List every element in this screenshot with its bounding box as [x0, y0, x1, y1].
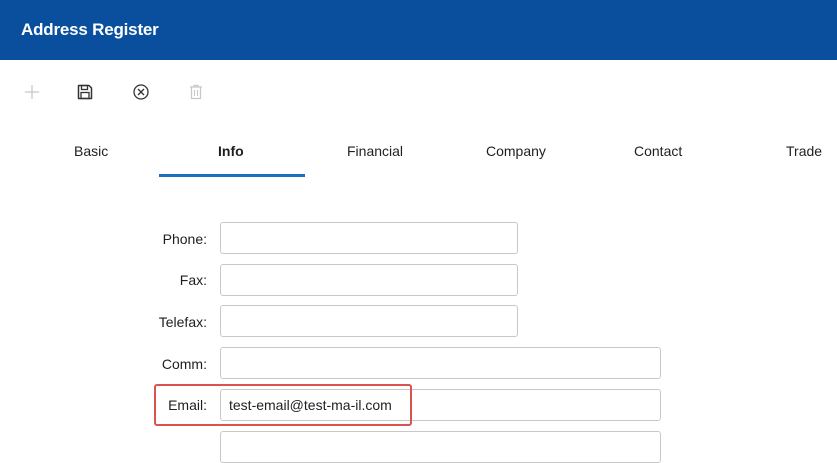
telefax-label: Telefax: — [158, 314, 207, 330]
cancel-icon[interactable] — [131, 82, 151, 102]
tab-contact[interactable]: Contact — [634, 143, 682, 159]
tab-info[interactable]: Info — [218, 143, 244, 159]
phone-label: Phone: — [162, 231, 207, 247]
tab-company[interactable]: Company — [486, 143, 546, 159]
email-label: Email: — [168, 397, 207, 413]
fax-field[interactable] — [220, 264, 518, 296]
title-bar: Address Register — [0, 0, 837, 60]
window-title: Address Register — [21, 20, 159, 39]
save-icon[interactable] — [75, 82, 95, 102]
tab-basic[interactable]: Basic — [74, 143, 108, 159]
telefax-field[interactable] — [220, 305, 518, 337]
email-field[interactable] — [220, 389, 661, 421]
comm-label: Comm: — [161, 356, 207, 372]
delete-icon[interactable] — [186, 82, 206, 102]
plus-icon[interactable] — [22, 82, 42, 102]
next-field[interactable] — [220, 431, 661, 463]
phone-field[interactable] — [220, 222, 518, 254]
fax-label: Fax: — [179, 272, 207, 288]
tab-trade[interactable]: Trade — [786, 143, 822, 159]
tab-financial[interactable]: Financial — [347, 143, 403, 159]
comm-field[interactable] — [220, 347, 661, 379]
active-tab-indicator — [159, 174, 305, 177]
